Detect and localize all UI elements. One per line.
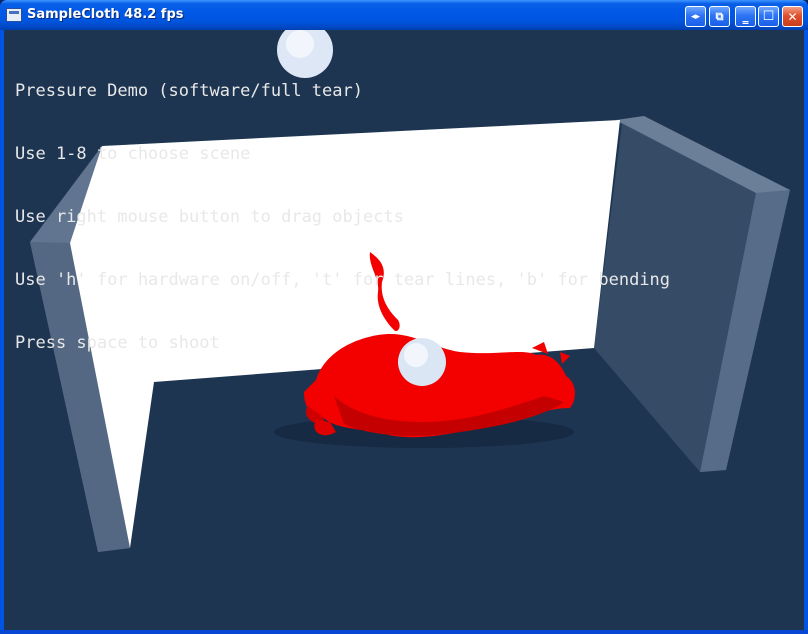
window-restore-icon: ⧉ — [715, 9, 724, 23]
render-viewport[interactable]: Pressure Demo (software/full tear) Use 1… — [4, 30, 804, 630]
app-window: SampleCloth 48.2 fps ◂▸ ⧉ ‗ ☐ ✕ Pressure… — [0, 0, 808, 634]
overlay-line-demo-title: Pressure Demo (software/full tear) — [15, 81, 363, 101]
arrows-icon: ◂▸ — [690, 11, 701, 22]
window-bottom-border — [0, 630, 808, 634]
window-title: SampleCloth 48.2 fps — [27, 7, 184, 22]
minimize-button[interactable]: ‗ — [735, 6, 756, 27]
maximize-icon: ☐ — [762, 9, 775, 24]
overlay-line-shoot-hint: Press space to shoot — [15, 333, 220, 353]
app-window-icon[interactable] — [6, 8, 22, 22]
tray-button[interactable]: ◂▸ — [685, 6, 706, 27]
close-icon: ✕ — [787, 9, 798, 24]
overlay-line-keys-hint: Use 'h' for hardware on/off, 't' for tea… — [15, 270, 671, 290]
help-overlay: Pressure Demo (software/full tear) Use 1… — [15, 39, 670, 396]
minimize-icon: ‗ — [742, 9, 749, 24]
maximize-button[interactable]: ☐ — [758, 6, 779, 27]
roll-up-button[interactable]: ⧉ — [709, 6, 730, 27]
title-bar[interactable]: SampleCloth 48.2 fps ◂▸ ⧉ ‗ ☐ ✕ — [0, 0, 808, 30]
overlay-line-drag-hint: Use right mouse button to drag objects — [15, 207, 404, 227]
overlay-line-scene-hint: Use 1-8 to choose scene — [15, 144, 251, 164]
close-button[interactable]: ✕ — [782, 6, 803, 27]
